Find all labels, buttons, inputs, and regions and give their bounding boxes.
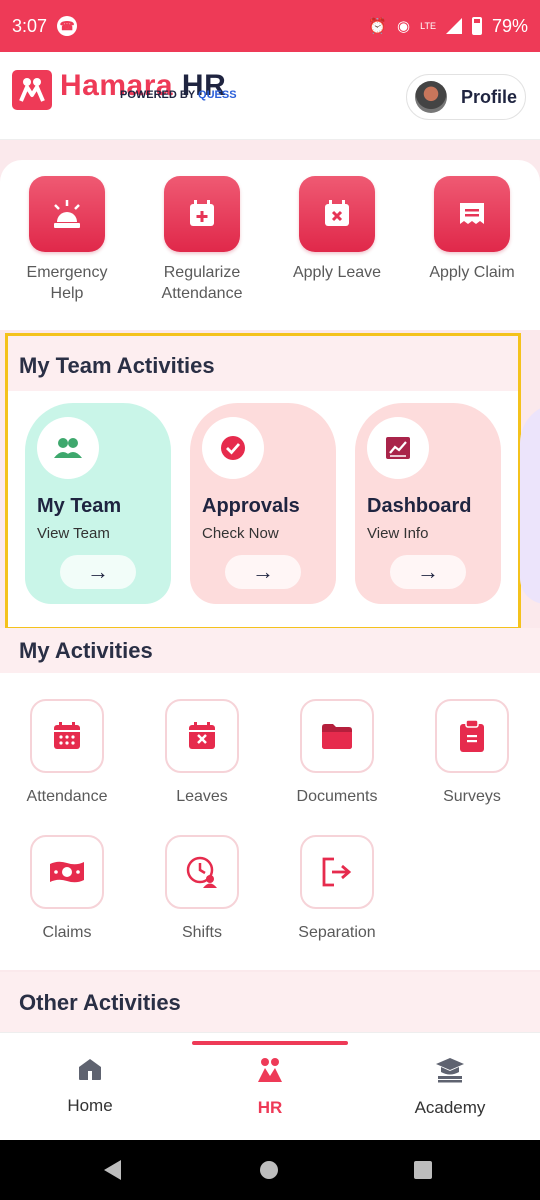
active-tab-indicator [192,1041,348,1045]
team-card-my-team[interactable]: My Team View Team → [25,403,171,604]
card-subtitle: Check Now [202,525,279,542]
avatar [415,81,447,113]
section-title: My Team Activities [19,353,215,378]
card-subtitle: View Team [37,525,110,542]
activity-attendance[interactable]: Attendance [7,699,127,806]
app-header: Hamara HR POWERED BY QUESS Profile [0,52,540,140]
activity-leaves[interactable]: Leaves [142,699,262,806]
other-activities-header: Other Activities [0,972,540,1032]
signal-icon [445,18,462,34]
chart-icon [367,417,429,479]
activity-label: Separation [298,924,376,941]
system-navigation-bar [0,1140,540,1200]
quick-action-apply-leave[interactable]: Apply Leave [277,176,397,283]
cash-icon [30,835,104,909]
activity-surveys[interactable]: Surveys [412,699,532,806]
powered-by-text: POWERED BY [120,89,199,101]
network-label: LTE [420,20,436,31]
quick-actions-card: Emergency Help Regularize Attendance App… [0,160,540,330]
card-title: Approvals [202,495,300,517]
hr-logo-icon [258,1058,282,1082]
label-line: Emergency [26,264,108,281]
nav-label: HR [257,1098,283,1117]
folder-icon [300,699,374,773]
nav-home[interactable]: Home [0,1057,180,1116]
recents-icon[interactable] [414,1161,432,1179]
activity-label: Claims [42,924,92,941]
activity-separation[interactable]: Separation [277,835,397,942]
check-circle-icon [202,417,264,479]
calendar-x-icon [165,699,239,773]
alarm-icon: ⏰ [368,18,388,35]
arrow-right-button[interactable]: → [60,555,136,589]
section-title: My Activities [19,638,153,663]
label-line: Apply Leave [292,264,382,281]
users-icon [37,417,99,479]
activity-shifts[interactable]: Shifts [142,835,262,942]
clipboard-icon [435,699,509,773]
call-icon: ☎ [57,16,78,36]
quick-action-apply-claim[interactable]: Apply Claim [412,176,532,283]
arrow-right-button[interactable]: → [225,555,301,589]
my-activities-grid: Attendance Leaves Documents Surveys Clai… [0,673,540,970]
activity-label: Leaves [176,788,228,805]
calendar-x-icon [299,176,375,252]
battery-icon [471,17,482,35]
team-card-dashboard[interactable]: Dashboard View Info → [355,403,501,604]
team-activities-section: My Team Activities My Team View Team → A… [5,333,521,630]
profile-label: Profile [461,86,518,107]
nav-academy[interactable]: Academy [360,1057,540,1118]
activity-label: Shifts [181,924,222,941]
activity-label: Attendance [26,788,108,805]
quick-action-label: Regularize Attendance [142,262,262,304]
label-line: Apply Claim [429,264,515,281]
status-bar: 3:07 ☎ ⏰ ◉ LTE 79% [0,0,540,52]
section-title: Other Activities [19,990,181,1015]
powered-by-line: POWERED BY QUESS [120,89,237,101]
nav-label: Academy [414,1098,486,1117]
home-circle-icon[interactable] [260,1161,278,1179]
back-icon[interactable] [104,1160,121,1180]
location-icon: ◉ [397,18,411,35]
nav-hr[interactable]: HR [180,1057,360,1118]
logo-mark-icon [12,70,52,110]
card-subtitle: View Info [367,525,429,542]
card-title: My Team [37,495,122,517]
home-icon [79,1059,101,1080]
quess-brand: QUESS [198,89,237,101]
team-card-approvals[interactable]: Approvals Check Now → [190,403,336,604]
status-icons: ⏰ ◉ LTE 79% [368,16,528,37]
calendar-plus-icon [164,176,240,252]
card-title: Dashboard [367,495,472,517]
label-line: Regularize [163,264,241,281]
quick-action-regularize-attendance[interactable]: Regularize Attendance [142,176,262,304]
activity-documents[interactable]: Documents [277,699,397,806]
label-line: Attendance [161,285,243,302]
activity-label: Surveys [443,788,501,805]
activity-claims[interactable]: Claims [7,835,127,942]
profile-button[interactable]: Profile [406,74,526,120]
quick-action-label: Emergency Help [7,262,127,304]
my-activities-header: My Activities [0,628,540,673]
status-time: 3:07 [12,15,48,36]
activity-label: Documents [296,788,378,805]
quick-action-label: Apply Leave [277,262,397,283]
arrow-right-button[interactable]: → [390,555,466,589]
team-card-next-peek[interactable] [520,403,540,604]
battery-level: 79% [491,15,528,36]
nav-label: Home [67,1096,113,1115]
exit-icon [300,835,374,909]
receipt-icon [434,176,510,252]
clock-person-icon [165,835,239,909]
graduation-cap-icon [436,1058,464,1083]
team-activities-header: My Team Activities [8,336,518,391]
siren-icon [29,176,105,252]
quick-action-label: Apply Claim [412,262,532,283]
label-line: Help [50,285,84,302]
quick-action-emergency-help[interactable]: Emergency Help [7,176,127,304]
bottom-navigation: Home HR Academy [0,1032,540,1140]
calendar-icon [30,699,104,773]
